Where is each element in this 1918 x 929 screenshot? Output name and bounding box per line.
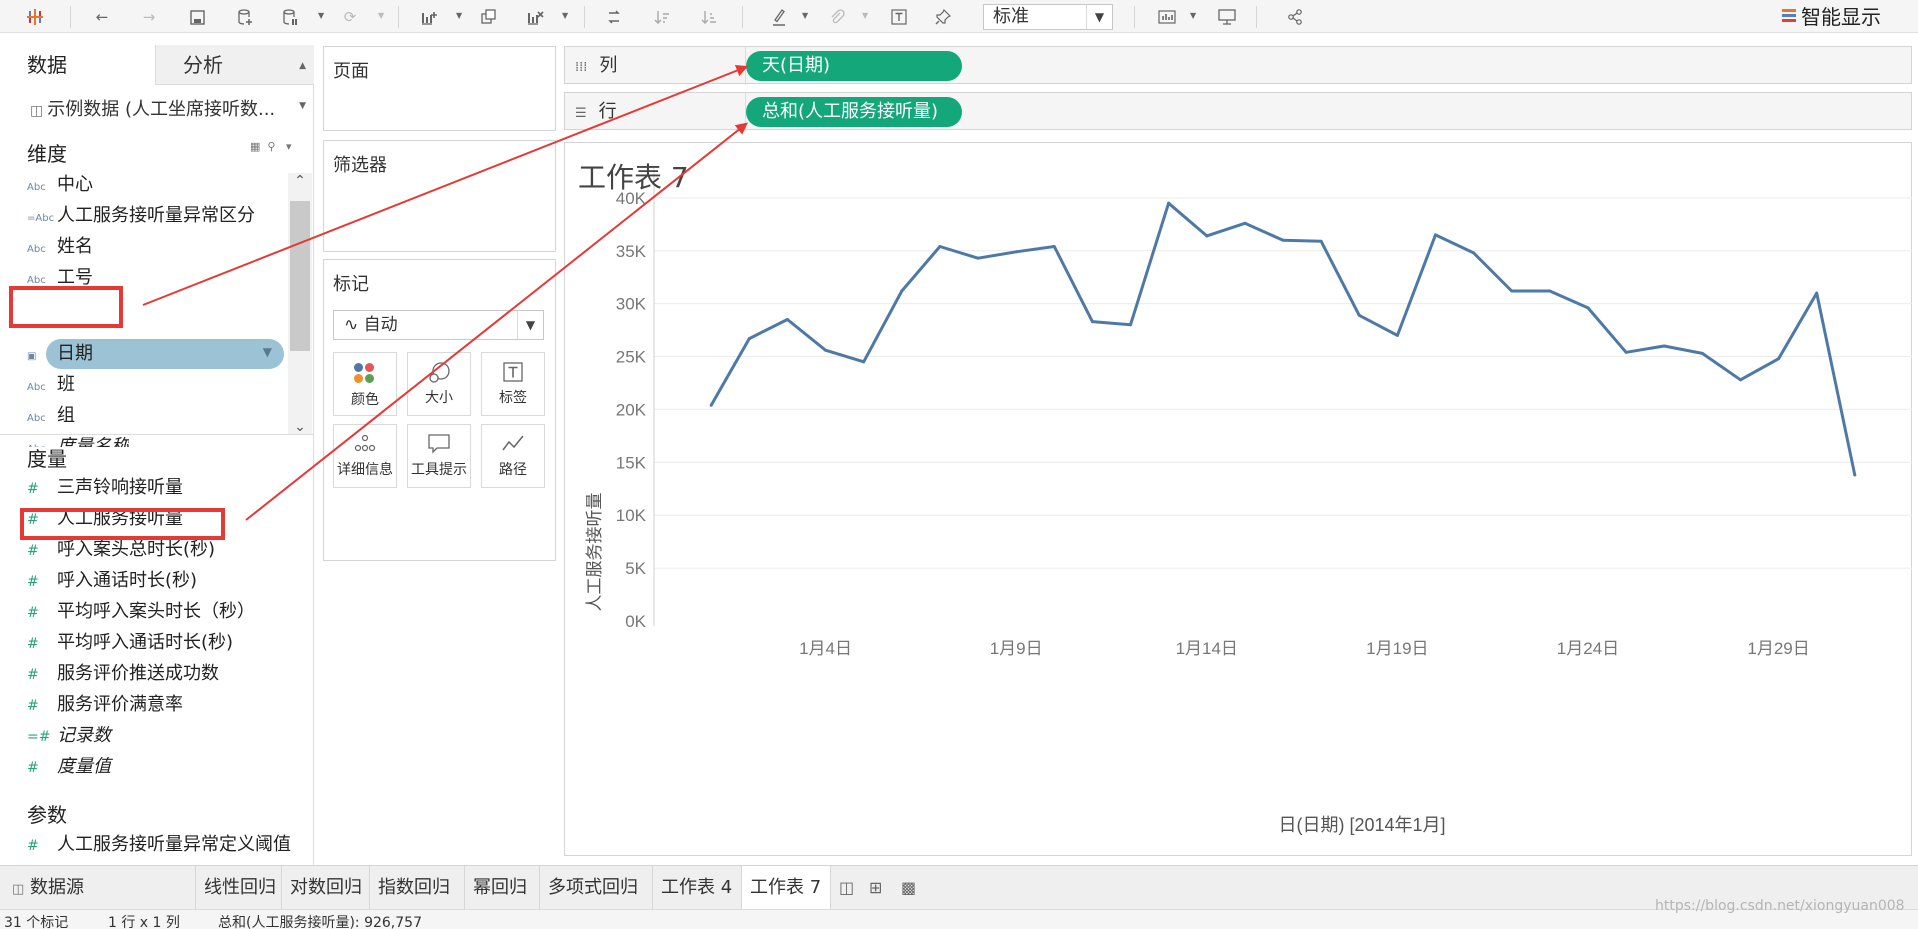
new-dashboard-icon[interactable]: ⊞	[869, 878, 882, 897]
tab-poly-regression[interactable]: 多项式回归	[540, 866, 653, 910]
tab-linear-regression[interactable]: 线性回归	[196, 866, 282, 910]
tab-sheet-4[interactable]: 工作表 4	[653, 866, 742, 910]
status-marks: 31 个标记	[4, 915, 69, 929]
tab-log-regression[interactable]: 对数回归	[282, 866, 370, 910]
status-dims: 1 行 x 1 列	[108, 915, 180, 929]
annotation-arrows	[142, 64, 749, 521]
new-worksheet-icon[interactable]: ◫	[839, 878, 854, 897]
sheet-tab-bar: ◫ 数据源 线性回归 对数回归 指数回归 幂回归 多项式回归 工作表 4 工作表…	[0, 865, 1918, 910]
annotation-arrow-date	[142, 64, 749, 306]
database-icon: ◫	[12, 882, 25, 897]
tab-power-regression[interactable]: 幂回归	[465, 866, 540, 910]
tab-exp-regression[interactable]: 指数回归	[370, 866, 465, 910]
watermark: https://blog.csdn.net/xiongyuan008	[1655, 898, 1905, 914]
new-story-icon[interactable]: ▩	[901, 878, 916, 897]
tab-sheet-7[interactable]: 工作表 7	[742, 866, 831, 910]
tab-label: 数据源	[30, 877, 85, 898]
status-bar: 31 个标记 1 行 x 1 列 总和(人工服务接听量): 926,757	[0, 909, 1918, 929]
status-sum: 总和(人工服务接听量): 926,757	[218, 915, 422, 929]
tab-datasource[interactable]: ◫ 数据源	[0, 866, 196, 910]
annotation-arrow-measure	[245, 122, 748, 521]
